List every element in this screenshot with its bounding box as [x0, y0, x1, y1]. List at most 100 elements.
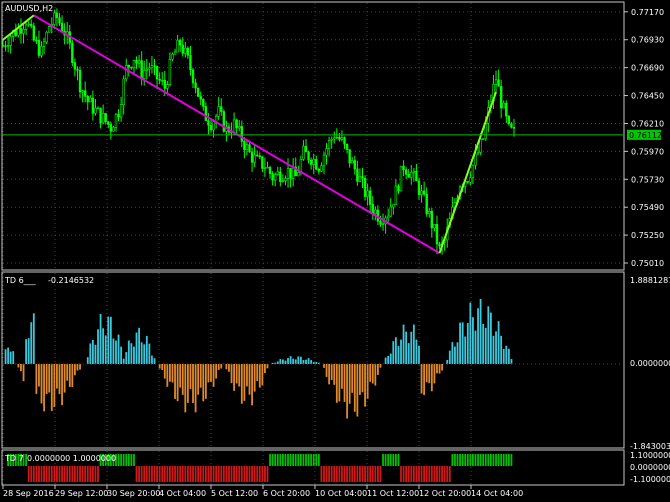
td6-bar	[230, 364, 233, 384]
time-tick-label: 11 Oct 12:00	[367, 489, 419, 498]
candle	[417, 177, 421, 200]
td6-bar	[348, 364, 351, 404]
candle	[112, 125, 115, 132]
candle	[217, 96, 220, 121]
td6-bar	[35, 364, 38, 394]
td6-bar	[405, 331, 408, 364]
candle	[435, 215, 439, 255]
candle	[101, 104, 105, 125]
td7-bar	[371, 466, 374, 482]
td7-bar	[148, 466, 151, 482]
td6-bar	[50, 364, 53, 412]
td6-bar	[387, 355, 390, 364]
candle	[76, 66, 79, 81]
td6-bar	[17, 364, 20, 368]
td6-bar	[109, 316, 112, 364]
td7-bar	[433, 466, 436, 482]
candle	[9, 33, 12, 54]
td6-bar	[79, 364, 81, 370]
td7-bar	[210, 466, 212, 482]
td7-bar	[489, 454, 492, 466]
td6-bar	[264, 364, 266, 374]
td6-bar	[307, 358, 310, 364]
candle	[122, 75, 125, 115]
candle	[140, 51, 143, 86]
td6-bar	[392, 341, 395, 364]
current-price-label: 0.76112	[629, 131, 662, 140]
td6-bar	[346, 364, 348, 419]
main-chart-panel[interactable]	[1, 1, 625, 271]
td6-bar	[171, 364, 174, 383]
candle	[132, 60, 136, 75]
td7-bar	[312, 454, 315, 466]
td7-bar	[446, 466, 449, 482]
td6-bar	[125, 352, 128, 364]
td6-bar	[287, 358, 289, 364]
td7-bar	[341, 466, 343, 482]
td7-bar	[448, 466, 451, 482]
td7-bar	[89, 466, 92, 482]
candlestick-series	[1, 8, 516, 255]
td6-bar	[161, 364, 164, 371]
time-tick-label: 10 Oct 04:00	[315, 489, 367, 498]
td6-bar	[397, 345, 400, 364]
trading-chart-window[interactable]: 0.77170 0.76930 0.76690 0.76450 0.76210 0.759…	[0, 0, 670, 502]
td6-bar	[166, 364, 169, 387]
td7-bar	[40, 466, 43, 482]
candle	[240, 120, 244, 148]
td6-bar	[310, 360, 313, 364]
td7-bar	[402, 466, 405, 482]
td7-bar	[497, 454, 500, 466]
td7-bar	[477, 454, 479, 466]
td7-bar	[235, 466, 238, 482]
candle	[145, 58, 148, 80]
candle	[415, 163, 418, 182]
td6-bar	[472, 317, 474, 364]
td7-bar	[364, 466, 366, 482]
td7-bar	[389, 454, 392, 466]
td7-bar	[405, 466, 408, 482]
td6-bar	[441, 364, 444, 371]
td6-bar	[120, 346, 123, 364]
td6-bar	[148, 343, 151, 364]
td7-bar	[240, 466, 243, 482]
time-tick-label: 6 Oct 20:00	[263, 489, 310, 498]
candle	[333, 131, 336, 144]
trend-lines[interactable]	[2, 14, 497, 254]
candle	[394, 179, 398, 205]
green-trend-line[interactable]	[438, 91, 497, 254]
candle	[322, 151, 326, 175]
td6-bar	[138, 327, 140, 364]
td6-bar	[428, 364, 431, 384]
td6-bar	[400, 339, 402, 364]
td6-bar	[207, 364, 210, 383]
candle	[261, 156, 264, 173]
candle	[389, 198, 392, 218]
td7-bar	[464, 454, 467, 466]
candle	[22, 24, 25, 44]
td6-bar	[356, 364, 359, 417]
candle	[291, 158, 295, 187]
td7-bar	[48, 466, 51, 482]
candle	[420, 184, 423, 203]
td7-bar	[441, 466, 444, 482]
td7-title: TD 7	[4, 454, 24, 463]
td6-bar	[258, 364, 261, 388]
td7-bar	[353, 466, 356, 482]
td6-bar	[143, 344, 146, 364]
candle	[222, 109, 226, 133]
td7-bar	[86, 466, 89, 482]
td6-bar	[361, 364, 364, 393]
td7-bar	[220, 466, 223, 482]
candle	[161, 72, 164, 86]
td6-bar	[25, 339, 28, 364]
td7-bar	[202, 466, 205, 482]
td7-bar	[492, 454, 495, 466]
magenta-trend-line[interactable]	[33, 14, 441, 254]
td6-bar	[256, 364, 259, 382]
candle	[266, 161, 269, 169]
td6-bar	[210, 364, 212, 382]
td7-bar	[127, 454, 130, 466]
td7-bar	[63, 466, 66, 482]
time-tick-label: 5 Oct 12:00	[211, 489, 258, 498]
